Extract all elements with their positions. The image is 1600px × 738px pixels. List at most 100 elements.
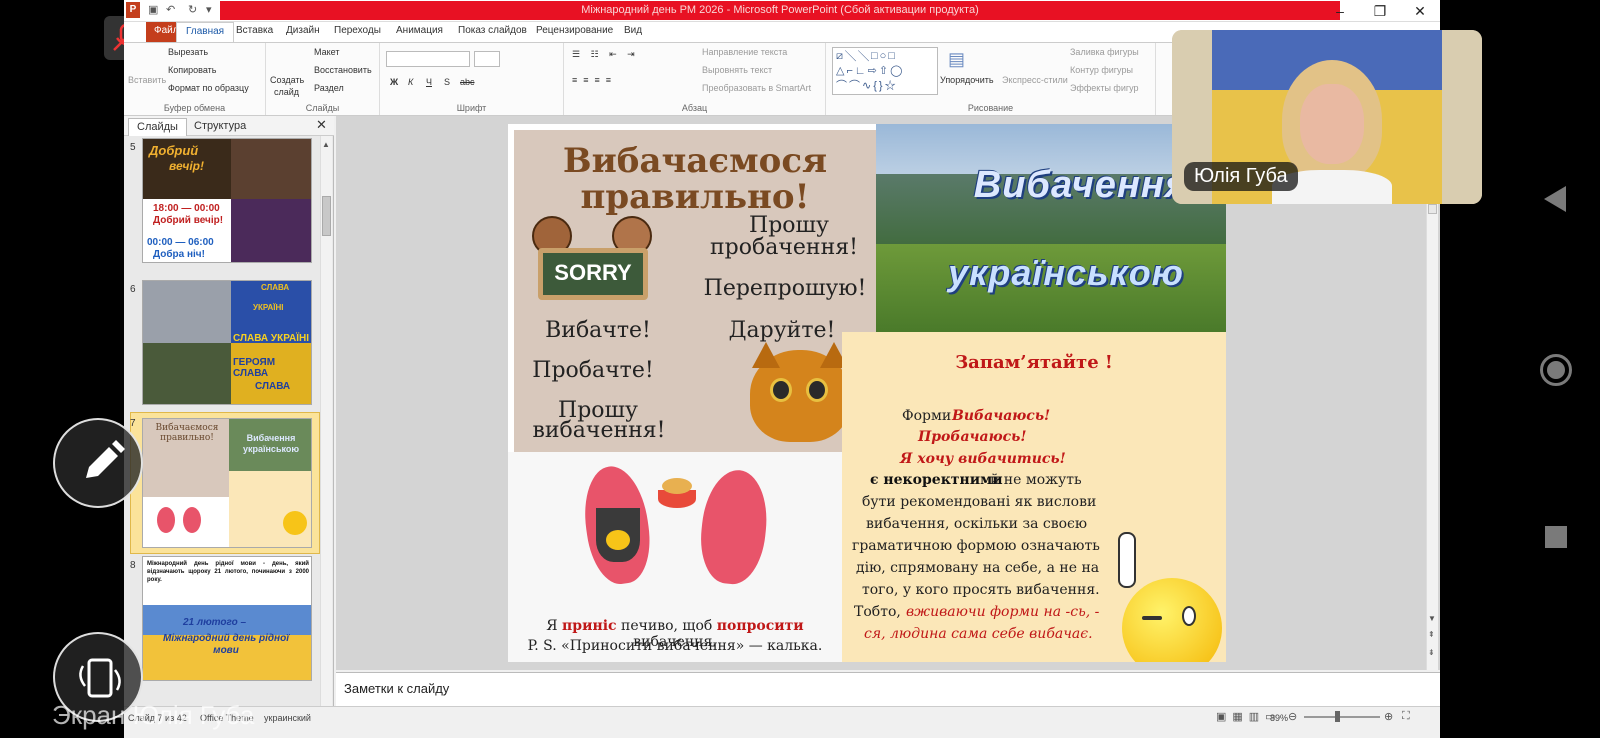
thumb-title: Добрий — [149, 143, 199, 158]
zoom-in-icon[interactable]: ⊕ — [1384, 710, 1393, 723]
notes-pane[interactable]: Заметки к слайду — [336, 672, 1440, 706]
tab-review[interactable]: Рецензирование — [536, 25, 613, 36]
cookie-sentence-part: Я — [546, 618, 558, 634]
align-text-button[interactable]: Выровнять текст — [702, 65, 772, 75]
maximize-button[interactable]: ❐ — [1360, 0, 1400, 22]
qat-customize-icon[interactable]: ▾ — [206, 3, 212, 16]
recents-icon[interactable] — [1545, 526, 1567, 548]
cut-button[interactable]: Вырезать — [168, 47, 208, 57]
current-slide[interactable]: Вибачаємося правильно! SORRY Прошу проба… — [508, 124, 1226, 662]
editor-scrollbar[interactable]: ▼ ⇞ ⇟ — [1426, 200, 1438, 670]
shapes-gallery[interactable]: ⧄╲╲□○□ △⌐∟⇨⇧◯ ⌒⌒∿{}☆ — [832, 47, 938, 95]
list-buttons-icon[interactable]: ☰ ☷ ⇤ ⇥ — [572, 49, 639, 60]
body-line-8: ся, людина сама себе вибачає. — [864, 626, 1093, 642]
minimize-button[interactable]: – — [1320, 0, 1360, 22]
drawing-group: ⧄╲╲□○□ △⌐∟⇨⇧◯ ⌒⌒∿{}☆ ▤ Упорядочить Экспрес… — [826, 43, 1156, 115]
scroll-up-icon[interactable]: ▲ — [322, 140, 330, 149]
phrase-3: Вибачте! — [545, 318, 651, 343]
sorry-sign-text: SORRY — [554, 260, 632, 285]
annotate-button[interactable] — [53, 418, 143, 508]
tab-slideshow[interactable]: Показ слайдов — [458, 25, 527, 36]
drawing-group-label: Рисование — [967, 103, 1014, 113]
underline-button[interactable]: Ч — [426, 77, 432, 87]
fit-to-window-icon[interactable]: ⛶ — [1402, 710, 1410, 723]
close-panel-icon[interactable]: ✕ — [316, 117, 327, 133]
text-direction-button[interactable]: Направление текста — [702, 47, 787, 57]
strikethrough-button[interactable]: abc — [460, 77, 475, 87]
thumb-text: СЛАВА — [255, 381, 291, 392]
thumb-text: 21 лютого – — [183, 617, 247, 628]
font-group: Ж К Ч S abc Шрифт — [380, 43, 564, 115]
tab-home[interactable]: Главная — [176, 22, 235, 43]
paragraph-group-label: Абзац — [681, 103, 708, 113]
italic-button[interactable]: К — [408, 77, 413, 87]
tab-view[interactable]: Вид — [624, 25, 642, 36]
tab-transitions[interactable]: Переходы — [334, 25, 381, 36]
slide-thumbnail-5[interactable]: Добрий вечір! 18:00 — 00:00 Добрий вечір… — [142, 138, 312, 263]
scroll-down-icon[interactable]: ▼ — [1428, 614, 1436, 623]
thumb-text: Міжнародний день рідної мови - день, яки… — [147, 561, 309, 583]
zoom-level[interactable]: 89% — [1270, 713, 1288, 723]
home-icon[interactable] — [1540, 354, 1572, 386]
zoom-slider[interactable] — [1304, 716, 1380, 718]
phrase-5: Пробачте! — [532, 358, 654, 383]
layout-button[interactable]: Макет — [314, 47, 339, 57]
cookie-sentence-part: печиво, щоб — [621, 618, 713, 634]
next-slide-icon[interactable]: ⇟ — [1428, 648, 1435, 657]
scroll-thumb[interactable] — [322, 196, 331, 236]
quick-styles-button[interactable]: Экспресс-стили — [1002, 75, 1068, 85]
tab-design[interactable]: Дизайн — [286, 25, 320, 36]
font-size-field[interactable] — [474, 51, 500, 67]
thumb-text: Міжнародний день рідної мови — [162, 633, 289, 656]
tab-slides[interactable]: Слайды — [128, 118, 187, 136]
align-buttons-icon[interactable]: ≡≡≡≡ — [572, 75, 617, 85]
font-name-field[interactable] — [386, 51, 470, 67]
slides-group-label: Слайды — [305, 103, 340, 113]
participant-video[interactable]: Юлія Губа — [1172, 30, 1482, 204]
close-button[interactable]: ✕ — [1400, 0, 1440, 22]
format-painter-button[interactable]: Формат по образцу — [168, 83, 249, 93]
section-button[interactable]: Раздел — [314, 83, 344, 93]
arrange-button[interactable]: Упорядочить — [940, 75, 994, 85]
redo-icon[interactable]: ↻ — [188, 3, 197, 16]
shape-effects-button[interactable]: Эффекты фигур — [1070, 83, 1139, 93]
back-icon[interactable] — [1544, 186, 1566, 212]
title-bar: P ▣ ↶ ↻ ▾ Міжнародний день РМ 2026 - Mic… — [124, 0, 1440, 22]
slide-thumbnail-7[interactable]: Вибачаємося правильно! Вибачення українс… — [142, 418, 312, 548]
cookie-sentence-verb2: попросити — [716, 618, 804, 634]
tab-animations[interactable]: Анимация — [396, 25, 443, 36]
shape-fill-button[interactable]: Заливка фигуры — [1070, 47, 1139, 57]
reset-button[interactable]: Восстановить — [314, 65, 372, 75]
slide-thumbnail-6[interactable]: СЛАВА УКРАЇНІ СЛАВА УКРАЇНІ ГЕРОЯМ СЛАВА… — [142, 280, 312, 405]
slide-number: 6 — [130, 284, 136, 295]
slides-group: Создать слайд Макет Восстановить Раздел … — [266, 43, 380, 115]
slide-number: 8 — [130, 560, 136, 571]
smartart-button[interactable]: Преобразовать в SmartArt — [702, 83, 811, 93]
tab-insert[interactable]: Вставка — [236, 25, 273, 36]
bold-button[interactable]: Ж — [390, 77, 398, 87]
thumb-title: Вибачення українською — [242, 433, 300, 454]
zoom-out-icon[interactable]: ⊖ — [1288, 710, 1297, 723]
shape-outline-button[interactable]: Контур фигуры — [1070, 65, 1133, 75]
previous-slide-icon[interactable]: ⇞ — [1428, 630, 1435, 639]
undo-icon[interactable]: ↶ — [166, 3, 175, 16]
slides-scrollbar[interactable]: ▲ — [320, 136, 332, 726]
slide-left-card: Вибачаємося правильно! SORRY Прошу проба… — [514, 130, 876, 452]
shadow-button[interactable]: S — [444, 77, 450, 87]
tab-outline[interactable]: Структура — [186, 118, 254, 136]
scroll-thumb[interactable] — [1428, 204, 1437, 214]
language-indicator[interactable]: украинский — [264, 713, 311, 723]
thumb-text: 00:00 — 06:00 — [147, 237, 214, 248]
zoom-slider-thumb[interactable] — [1335, 711, 1340, 722]
slide-thumbnail-8[interactable]: Міжнародний день рідної мови - день, яки… — [142, 556, 312, 681]
new-slide-button[interactable]: Создать — [270, 75, 304, 85]
save-icon[interactable]: ▣ — [148, 3, 158, 16]
copy-button[interactable]: Копировать — [168, 65, 216, 75]
powerpoint-logo-icon: P — [126, 2, 140, 18]
notes-placeholder: Заметки к слайду — [344, 681, 450, 696]
paste-button[interactable]: Вставить — [128, 75, 166, 85]
font-group-label: Шрифт — [456, 103, 487, 113]
forms-label: Форми — [902, 408, 952, 424]
status-bar: Слайд 7 из 42 Office Theme украинский ▣▦… — [124, 706, 1440, 738]
remember-heading: Запам’ятайте ! — [955, 352, 1113, 373]
